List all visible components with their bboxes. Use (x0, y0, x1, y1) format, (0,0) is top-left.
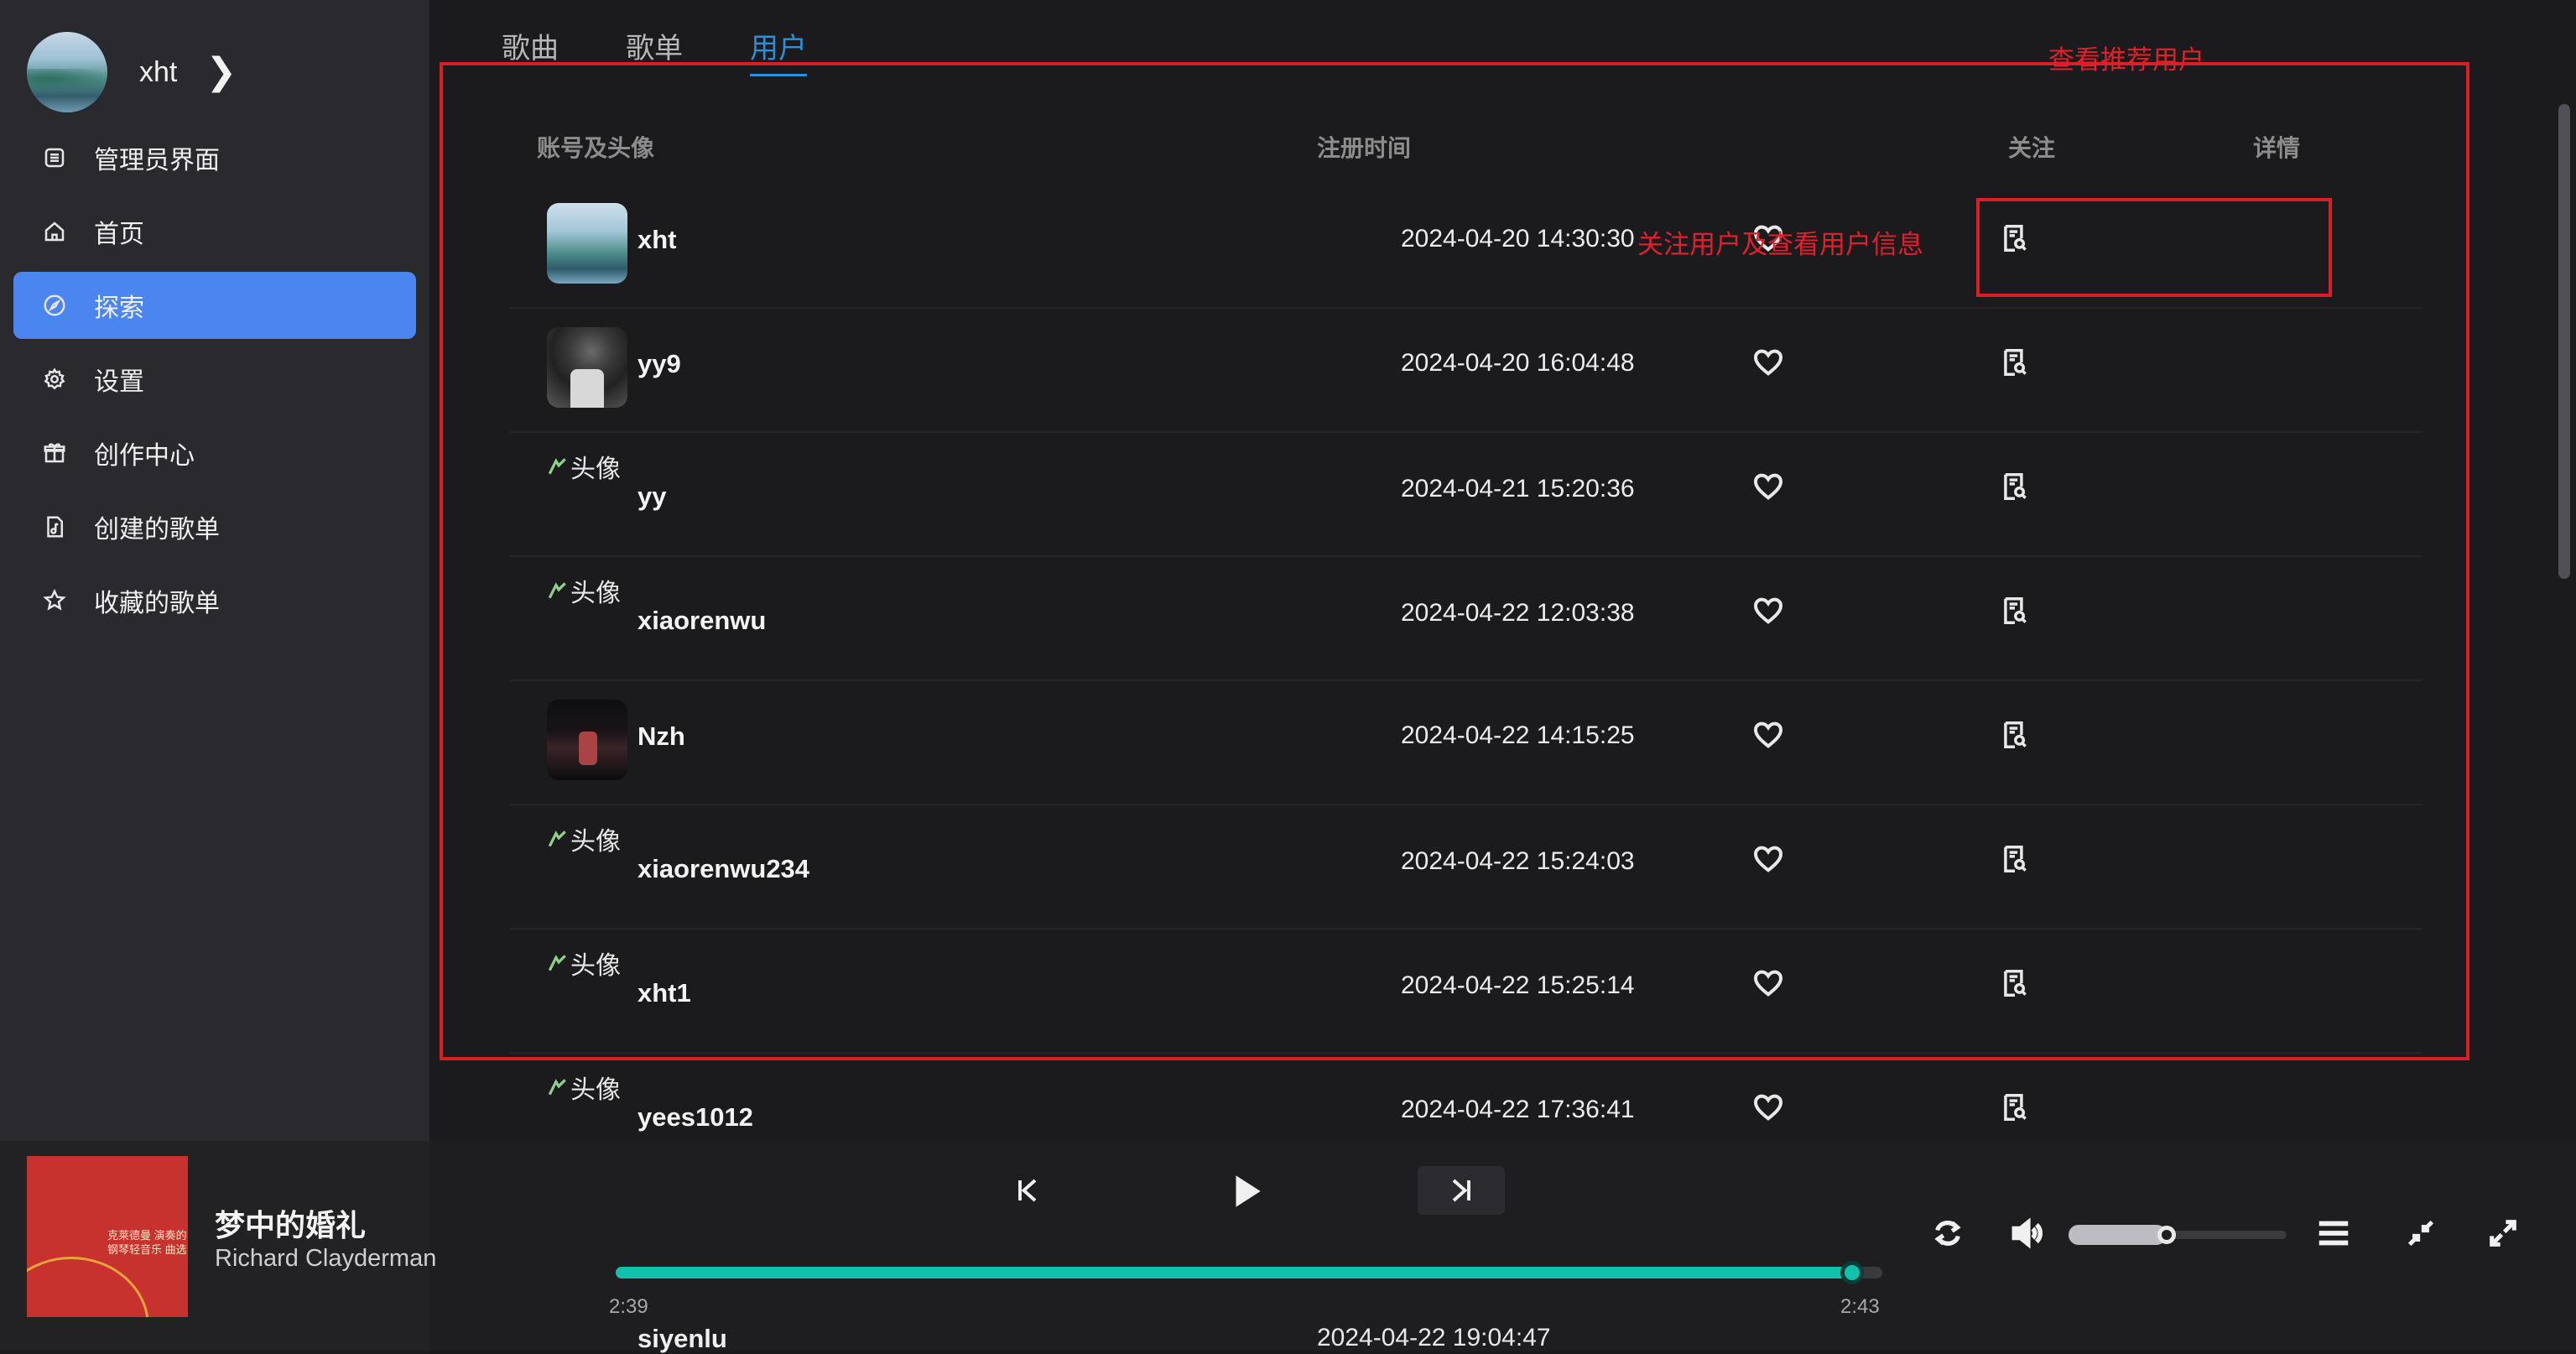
list-icon (40, 143, 69, 172)
repeat-icon (1934, 1221, 1961, 1246)
next-track-button[interactable] (1418, 1166, 1505, 1215)
annotation-view-recommended: 查看推荐用户 (2048, 45, 2204, 75)
player-bar: 克莱德曼 演奏的 钢琴轻音乐 曲选 梦中的婚礼 Richard Clayderm… (0, 1141, 2576, 1351)
home-icon (40, 217, 69, 246)
sidebar-item-admin[interactable]: 管理员界面 (13, 124, 416, 191)
song-artist: Richard Clayderman (215, 1245, 437, 1272)
cover-text: 克莱德曼 演奏的 钢琴轻音乐 曲选 (107, 1229, 187, 1256)
progress-slider[interactable] (616, 1260, 1882, 1285)
progress-knob[interactable] (1840, 1261, 1864, 1284)
user-detail-icon[interactable] (1999, 1091, 2031, 1128)
menu-icon (2318, 1221, 2349, 1246)
volume-knob[interactable] (2157, 1226, 2176, 1244)
progress-fill (616, 1267, 1852, 1278)
volume-slider[interactable] (2069, 1225, 2287, 1245)
loop-button[interactable] (1924, 1210, 1971, 1257)
sidebar-item-label: 创建的歌单 (94, 516, 220, 544)
broken-image-icon (548, 1079, 566, 1096)
sidebar-item-favorite-playlists[interactable]: 收藏的歌单 (13, 567, 416, 634)
volume-fill (2069, 1225, 2167, 1245)
annotation-follow-and-view: 关注用户及查看用户信息 (1637, 230, 1923, 259)
sidebar-item-label: 设置 (94, 368, 144, 396)
follow-heart-icon[interactable] (1751, 1091, 1785, 1128)
user-profile-link[interactable]: xht ❯ (27, 30, 237, 114)
broken-avatar: 头像 (547, 1069, 621, 1106)
partial-row-date: 2024-04-22 19:04:47 (1317, 1324, 1551, 1351)
sidebar-item-label: 收藏的歌单 (94, 590, 220, 617)
skip-forward-icon (1452, 1179, 1470, 1202)
sidebar-item-explore[interactable]: 探索 (13, 272, 416, 339)
compass-icon (40, 291, 69, 320)
album-cover[interactable]: 克莱德曼 演奏的 钢琴轻音乐 曲选 (27, 1156, 188, 1317)
sidebar-item-settings[interactable]: 设置 (13, 346, 416, 413)
elapsed-time: 2:39 (609, 1295, 648, 1318)
gear-icon (40, 365, 69, 393)
follow-detail-highlight (1976, 198, 2332, 297)
gift-icon (40, 439, 69, 467)
volume-button[interactable] (2003, 1210, 2050, 1257)
sidebar-item-label: 创作中心 (94, 442, 195, 470)
expand-icon (2490, 1220, 2516, 1247)
scrollbar-thumb[interactable] (2558, 104, 2570, 579)
partial-row-name: siyenlu (637, 1324, 727, 1353)
playlist-button[interactable] (2310, 1210, 2357, 1257)
sidebar-item-creator-center[interactable]: 创作中心 (13, 419, 416, 487)
avatar-alt-text: 头像 (570, 1076, 621, 1104)
user-avatar (27, 32, 107, 112)
sidebar-item-created-playlists[interactable]: 创建的歌单 (13, 493, 416, 560)
user-name-cell: yees1012 (637, 1102, 753, 1132)
song-title: 梦中的婚礼 (215, 1208, 367, 1242)
registered-date-cell: 2024-04-22 17:36:41 (1401, 1096, 1635, 1123)
play-button[interactable] (1205, 1158, 1288, 1225)
chevron-right-icon: ❯ (206, 51, 237, 92)
music-file-icon (40, 513, 69, 541)
previous-track-button[interactable] (995, 1166, 1060, 1215)
sidebar-item-home[interactable]: 首页 (13, 198, 416, 265)
sidebar-item-label: 管理员界面 (94, 147, 220, 174)
collapse-icon (2407, 1220, 2434, 1247)
star-icon (40, 586, 69, 615)
play-icon (1236, 1175, 1261, 1207)
minimize-button[interactable] (2397, 1210, 2444, 1257)
sidebar-nav: 管理员界面 首页 探索 设置 创作中心 创建的歌单 收藏的歌单 (13, 124, 416, 641)
total-time: 2:43 (1840, 1295, 1880, 1318)
sidebar-item-label: 探索 (94, 294, 144, 322)
user-name: xht (139, 55, 178, 88)
skip-back-icon (1018, 1179, 1037, 1202)
cover-decoration (27, 1257, 149, 1317)
volume-icon (2011, 1217, 2043, 1249)
fullscreen-button[interactable] (2480, 1210, 2527, 1257)
sidebar-item-label: 首页 (94, 221, 144, 248)
